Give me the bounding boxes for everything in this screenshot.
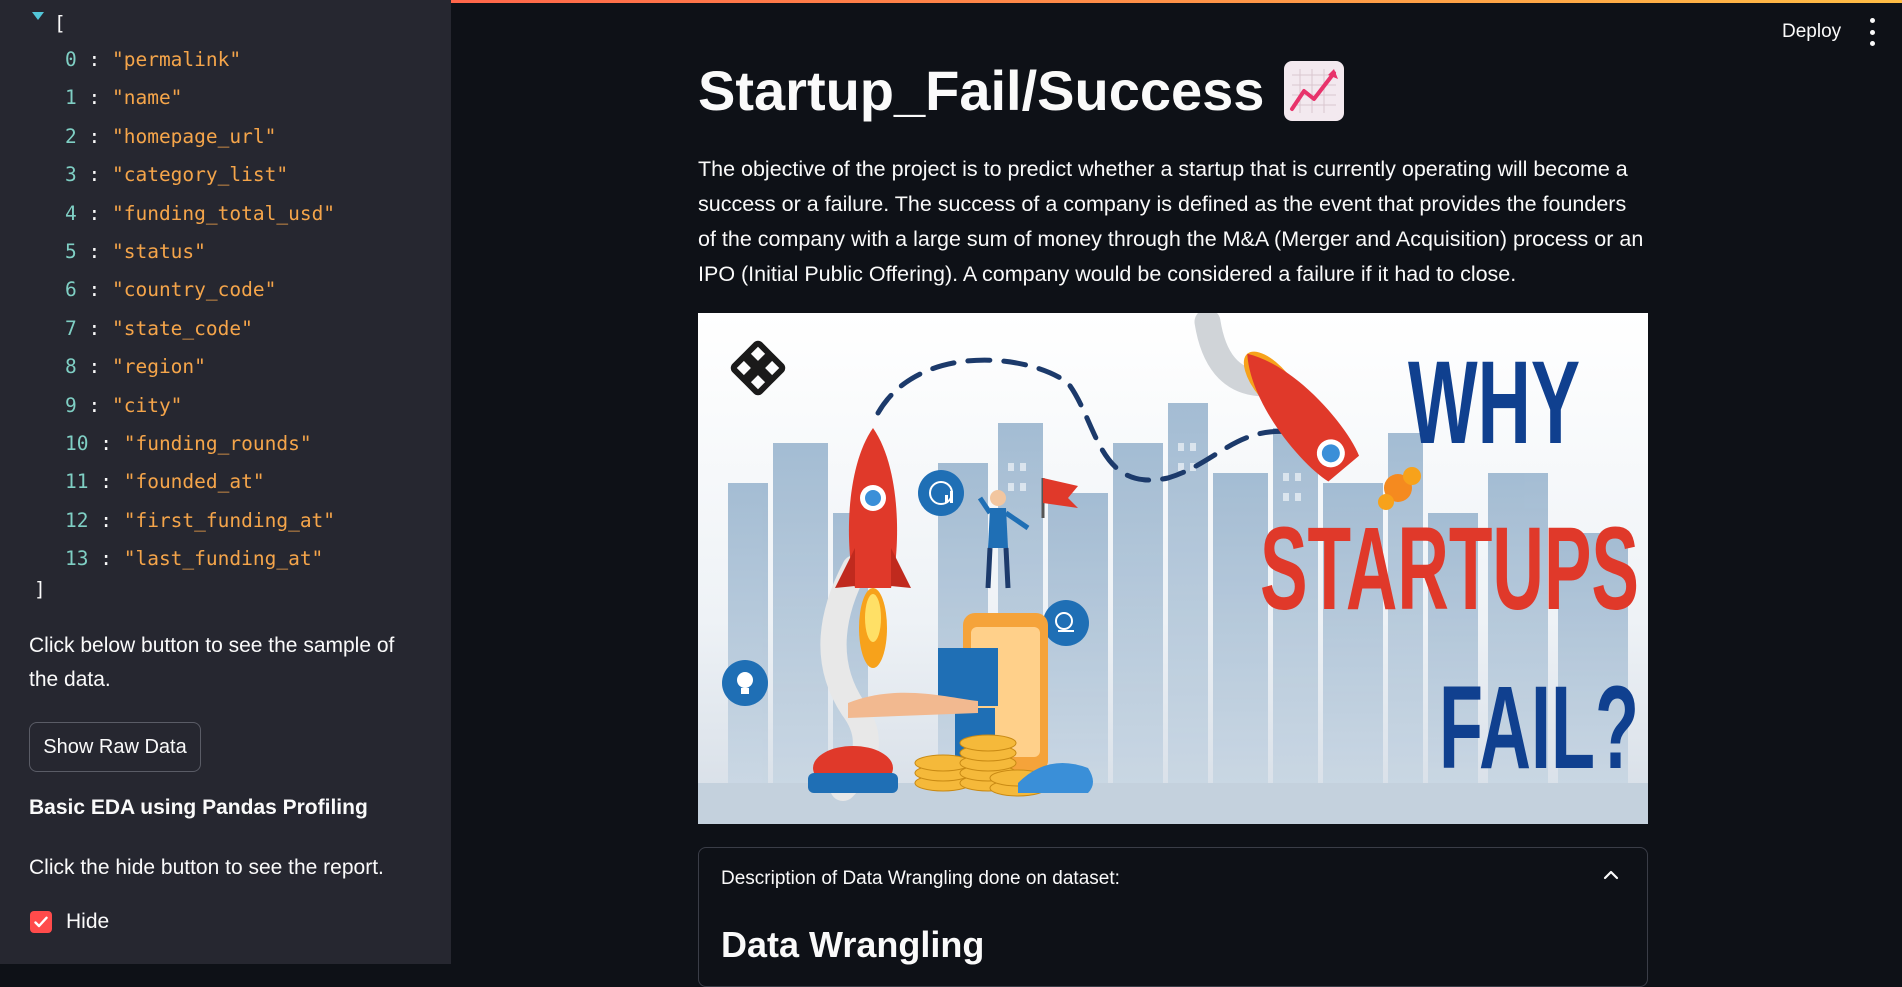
json-collapse-caret-icon[interactable] <box>32 12 44 20</box>
json-row-index: 12 <box>65 508 89 532</box>
json-row-value: "last_funding_at" <box>123 547 324 571</box>
hide-checkbox[interactable] <box>30 911 52 933</box>
json-row-value: "name" <box>111 86 183 110</box>
json-column-row: 4 : "funding_total_usd" <box>65 202 335 225</box>
json-row-index: 9 <box>65 393 77 417</box>
json-row-index: 5 <box>65 240 77 263</box>
json-row-value: "funding_rounds" <box>123 432 312 455</box>
json-row-value: "country_code" <box>111 278 277 302</box>
json-column-row: 6 : "country_code" <box>65 278 276 301</box>
json-column-row: 9 : "city" <box>65 394 182 417</box>
page-title-text: Startup_Fail/Success <box>698 59 1265 122</box>
json-row-value: "city" <box>111 393 183 417</box>
json-row-colon: : <box>88 470 124 494</box>
json-column-row: 11 : "founded_at" <box>65 470 265 493</box>
json-row-colon: : <box>88 432 124 455</box>
json-row-colon: : <box>88 508 124 532</box>
why-startups-fail-image: WHY STARTUPS FAIL? <box>698 313 1648 824</box>
json-row-colon: : <box>76 201 112 225</box>
json-row-colon: : <box>76 163 112 187</box>
chevron-up-icon[interactable] <box>1603 870 1619 880</box>
hide-checkbox-row[interactable]: Hide <box>30 910 109 934</box>
json-row-index: 1 <box>65 86 77 110</box>
sidebar: [ 0 : "permalink" 1 : "name" 2 : "homepage… <box>0 0 451 964</box>
json-column-row: 1 : "name" <box>65 86 182 109</box>
hero-line-why: WHY <box>1408 337 1580 469</box>
json-row-index: 11 <box>65 470 89 494</box>
json-row-colon: : <box>88 547 124 571</box>
show-raw-data-button[interactable]: Show Raw Data <box>29 722 201 772</box>
json-row-index: 6 <box>65 278 77 302</box>
json-row-value: "founded_at" <box>123 470 265 494</box>
json-column-row: 10 : "funding_rounds" <box>65 432 312 455</box>
json-row-index: 0 <box>65 48 77 71</box>
json-row-index: 7 <box>65 316 77 340</box>
main-menu-kebab-icon[interactable] <box>1868 18 1876 46</box>
json-row-colon: : <box>76 48 112 71</box>
json-close-bracket: ] <box>34 578 46 601</box>
json-row-value: "region" <box>111 355 206 379</box>
eda-heading: Basic EDA using Pandas Profiling <box>29 796 368 819</box>
json-row-colon: : <box>76 86 112 110</box>
json-row-colon: : <box>76 124 112 148</box>
json-row-colon: : <box>76 240 112 263</box>
json-row-value: "permalink" <box>111 48 242 71</box>
json-row-colon: : <box>76 278 112 302</box>
json-column-row: 13 : "last_funding_at" <box>65 547 323 570</box>
expander-label: Description of Data Wrangling done on da… <box>721 868 1120 889</box>
json-column-row: 8 : "region" <box>65 355 206 378</box>
data-wrangling-heading: Data Wrangling <box>721 924 985 965</box>
json-column-row: 12 : "first_funding_at" <box>65 509 335 532</box>
json-row-value: "category_list" <box>111 163 289 187</box>
json-row-index: 10 <box>65 432 89 455</box>
json-row-value: "status" <box>111 240 206 263</box>
deploy-button[interactable]: Deploy <box>1766 16 1857 48</box>
json-row-index: 2 <box>65 124 77 148</box>
json-row-value: "first_funding_at" <box>123 508 336 532</box>
data-wrangling-expander[interactable]: Description of Data Wrangling done on da… <box>698 847 1648 987</box>
json-column-row: 0 : "permalink" <box>65 48 241 71</box>
sample-instruction-text: Click below button to see the sample of … <box>29 634 395 691</box>
json-row-index: 3 <box>65 163 77 187</box>
json-row-colon: : <box>76 355 112 379</box>
json-column-row: 7 : "state_code" <box>65 317 253 340</box>
json-row-value: "homepage_url" <box>111 124 277 148</box>
json-row-index: 8 <box>65 355 77 379</box>
checkmark-icon <box>34 916 48 928</box>
json-column-row: 3 : "category_list" <box>65 163 288 186</box>
json-row-index: 4 <box>65 201 77 225</box>
json-row-index: 13 <box>65 547 89 571</box>
json-column-row: 5 : "status" <box>65 240 206 263</box>
json-row-value: "funding_total_usd" <box>111 201 336 225</box>
hero-line-fail: FAIL? <box>1439 662 1639 794</box>
chart-increasing-icon <box>1284 60 1345 121</box>
json-open-bracket: [ <box>54 12 66 35</box>
json-row-colon: : <box>76 393 112 417</box>
page-title: Startup_Fail/Success <box>698 58 1345 123</box>
hide-checkbox-label: Hide <box>66 910 110 933</box>
project-description: The objective of the project is to predi… <box>698 157 1644 286</box>
report-instruction-text: Click the hide button to see the report. <box>29 856 384 879</box>
json-column-row: 2 : "homepage_url" <box>65 125 276 148</box>
json-row-value: "state_code" <box>111 316 253 340</box>
json-row-colon: : <box>76 316 112 340</box>
hero-line-startups: STARTUPS <box>1260 503 1639 635</box>
